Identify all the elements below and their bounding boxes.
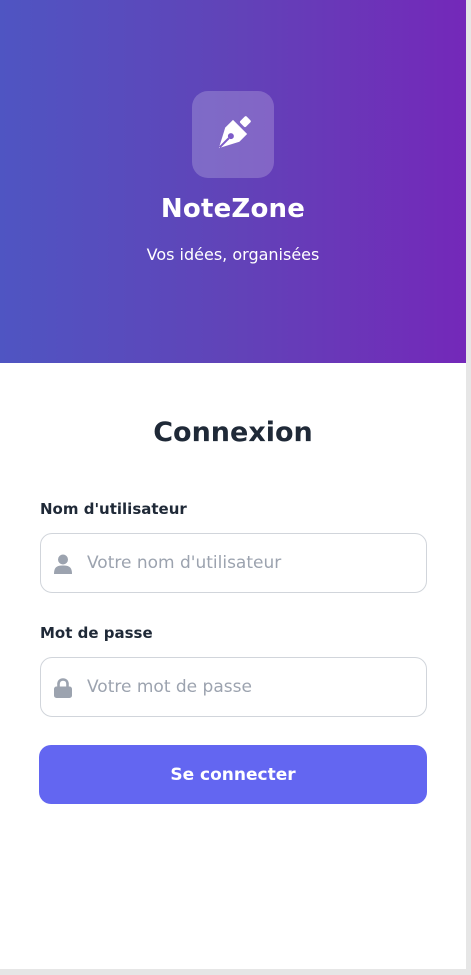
login-page: NoteZone Vos idées, organisées Connexion… [0,0,466,969]
user-icon [54,554,72,574]
password-field[interactable] [40,657,427,717]
login-title: Connexion [153,417,313,448]
username-label: Nom d'utilisateur [40,500,187,518]
login-button[interactable]: Se connecter [39,745,427,804]
window-edge-right [466,0,471,975]
window-edge-bottom [0,969,471,975]
app-logo [192,91,274,178]
password-label: Mot de passe [40,624,153,642]
lock-icon [54,678,72,698]
username-input[interactable] [87,534,417,591]
username-field[interactable] [40,533,427,593]
app-name: NoteZone [160,194,306,224]
header-banner: NoteZone Vos idées, organisées [0,0,466,363]
password-input[interactable] [87,658,417,715]
pen-nib-icon [218,116,251,149]
app-tagline: Vos idées, organisées [146,245,320,264]
